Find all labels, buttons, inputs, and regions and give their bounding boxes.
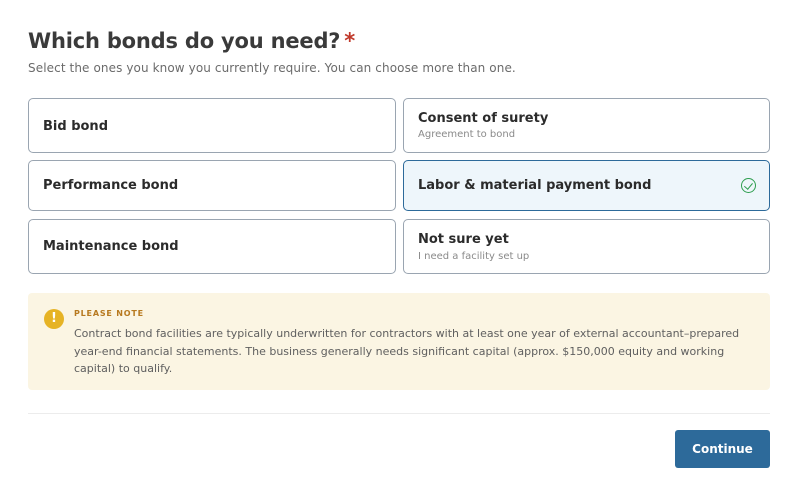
option-label: Maintenance bond	[43, 239, 179, 254]
option-label: Consent of surety	[418, 111, 549, 126]
footer-divider	[28, 413, 770, 414]
option-performance-bond[interactable]: Performance bond	[28, 160, 396, 211]
option-consent-of-surety[interactable]: Consent of surety Agreement to bond	[403, 98, 770, 153]
required-mark: *	[344, 29, 356, 53]
page-subtitle: Select the ones you know you currently r…	[28, 61, 516, 75]
option-sublabel: I need a facility set up	[418, 251, 530, 262]
option-sublabel: Agreement to bond	[418, 129, 516, 140]
option-label: Labor & material payment bond	[418, 178, 652, 193]
option-labor-material-payment-bond[interactable]: Labor & material payment bond	[403, 160, 770, 211]
option-not-sure-yet[interactable]: Not sure yet I need a facility set up	[403, 219, 770, 274]
continue-button[interactable]: Continue	[675, 430, 770, 468]
option-label: Bid bond	[43, 119, 108, 134]
option-bid-bond[interactable]: Bid bond	[28, 98, 396, 153]
page-title-text: Which bonds do you need?	[28, 29, 341, 53]
page-title: Which bonds do you need? *	[28, 29, 355, 53]
warning-icon: !	[44, 309, 64, 329]
check-circle-icon	[741, 178, 756, 193]
notice-heading: PLEASE NOTE	[74, 309, 144, 318]
notice-box: ! PLEASE NOTE Contract bond facilities a…	[28, 293, 770, 390]
option-label: Not sure yet	[418, 232, 509, 247]
notice-body: Contract bond facilities are typically u…	[74, 327, 740, 375]
option-maintenance-bond[interactable]: Maintenance bond	[28, 219, 396, 274]
option-label: Performance bond	[43, 178, 179, 193]
